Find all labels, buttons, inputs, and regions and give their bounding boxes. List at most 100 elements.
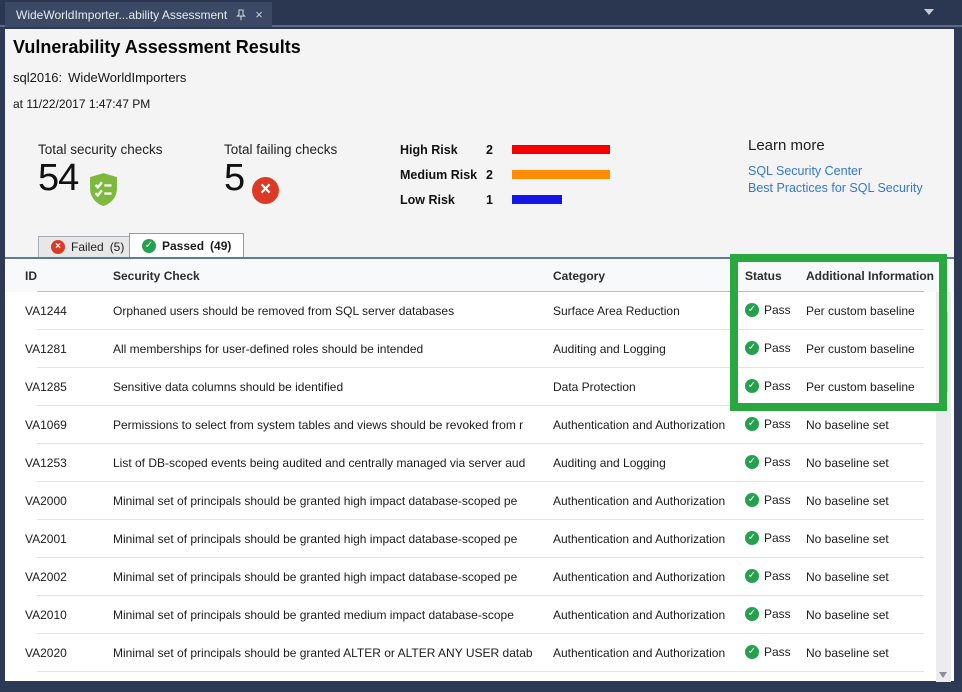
cell-status: ✓Pass <box>745 493 803 507</box>
scrollbar-thumb[interactable] <box>939 312 948 392</box>
row-separator <box>37 671 924 672</box>
tab-failed-count: (5) <box>110 240 125 254</box>
scroll-down-icon[interactable] <box>936 667 951 682</box>
column-header-id[interactable]: ID <box>25 269 37 283</box>
status-label: Pass <box>764 379 791 393</box>
column-header-status[interactable]: Status <box>745 269 782 283</box>
fail-circle-icon: × <box>252 177 279 204</box>
total-checks-label: Total security checks <box>38 142 163 157</box>
table-row[interactable]: VA1281All memberships for user-defined r… <box>5 330 954 368</box>
pin-icon[interactable] <box>236 9 246 21</box>
cell-id: VA1244 <box>25 304 105 318</box>
pass-icon: ✓ <box>745 531 759 545</box>
cell-security-check: List of DB-scoped events being audited a… <box>113 456 540 470</box>
tab-passed[interactable]: ✓ Passed (49) <box>129 233 244 257</box>
status-label: Pass <box>764 531 791 545</box>
cell-category: Auditing and Logging <box>553 342 738 356</box>
close-icon[interactable]: × <box>255 8 263 21</box>
status-label: Pass <box>764 645 791 659</box>
table-row[interactable]: VA2002 Minimal set of principals should b… <box>5 558 954 596</box>
cell-id: VA1281 <box>25 342 105 356</box>
results-table-body: VA1244 Orphaned users should be removed f… <box>5 292 954 681</box>
document-tab[interactable]: WideWorldImporter...ability Assessment × <box>5 2 272 27</box>
tab-failed[interactable]: × Failed (5) <box>38 236 137 257</box>
risk-label: Medium Risk <box>400 168 486 182</box>
table-row[interactable]: VA1069Permissions to select from system … <box>5 406 954 444</box>
vertical-scrollbar[interactable] <box>936 292 951 682</box>
risk-legend: High Risk2Medium Risk2Low Risk1 <box>400 137 610 212</box>
cell-additional-info: Per custom baseline <box>806 304 934 318</box>
pass-icon: ✓ <box>745 607 759 621</box>
link-sql-security-center[interactable]: SQL Security Center <box>748 164 923 178</box>
scan-timestamp: at 11/22/2017 1:47:47 PM <box>13 97 150 111</box>
risk-count: 1 <box>486 193 512 207</box>
cell-status: ✓ Pass <box>745 417 803 431</box>
cell-category: Authentication and Authorization <box>553 570 738 584</box>
cell-security-check: Orphaned users should be removed from SQ… <box>113 304 540 318</box>
cell-status: ✓ Pass <box>745 607 803 621</box>
cell-security-check: Minimal set of principals should be gran… <box>113 570 540 584</box>
scroll-up-icon[interactable] <box>936 292 951 307</box>
cell-id: VA1285 <box>25 380 105 394</box>
cell-category: Surface Area Reduction <box>553 304 738 318</box>
column-header-category[interactable]: Category <box>553 269 605 283</box>
tab-passed-label: Passed <box>162 239 204 253</box>
table-row[interactable]: VA1253 List of DB-scoped events being aud… <box>5 444 954 482</box>
table-row[interactable]: VA2000 Minimal set of principals should b… <box>5 482 954 520</box>
failing-checks-value: 5 <box>224 157 244 200</box>
cell-category: Authentication and Authorization <box>553 608 738 622</box>
risk-bar <box>512 170 610 179</box>
tab-failed-label: Failed <box>71 240 104 254</box>
status-label: Pass <box>764 493 791 507</box>
status-label: Pass <box>764 569 791 583</box>
column-header-info[interactable]: Additional Information <box>806 269 934 283</box>
table-row[interactable]: VA2010Minimal set of principals should b… <box>5 596 954 634</box>
cell-security-check: Permissions to select from system tables… <box>113 418 540 432</box>
pass-icon: ✓ <box>745 341 759 355</box>
table-row[interactable]: VA1244 Orphaned users should be removed f… <box>5 292 954 330</box>
cell-category: Data Protection <box>553 380 738 394</box>
pass-icon: ✓ <box>745 455 759 469</box>
pass-icon: ✓ <box>745 417 759 431</box>
failing-checks-label: Total failing checks <box>224 142 337 157</box>
risk-count: 2 <box>486 168 512 182</box>
cell-category: Authentication and Authorization <box>553 494 738 508</box>
cell-status: ✓Pass <box>745 379 803 393</box>
table-row[interactable]: VA2020Minimal set of principals should b… <box>5 634 954 672</box>
document-tab-title: WideWorldImporter...ability Assessment <box>16 8 227 22</box>
link-best-practices[interactable]: Best Practices for SQL Security <box>748 181 923 195</box>
cell-id: VA2002 <box>25 570 105 584</box>
cell-additional-info: Per custom baseline <box>806 342 934 356</box>
cell-additional-info: No baseline set <box>806 570 934 584</box>
table-row[interactable]: VA2001 Minimal set of principals should b… <box>5 520 954 558</box>
cell-security-check: Minimal set of principals should be gran… <box>113 532 540 546</box>
table-row[interactable]: VA1285 Sensitive data columns should be i… <box>5 368 954 406</box>
cell-id: VA2000 <box>25 494 105 508</box>
pass-icon: ✓ <box>142 239 156 253</box>
cell-additional-info: No baseline set <box>806 456 934 470</box>
chevron-down-icon[interactable] <box>924 9 934 15</box>
document-tab-strip: WideWorldImporter...ability Assessment × <box>0 0 962 27</box>
cell-category: Authentication and Authorization <box>553 418 738 432</box>
cell-additional-info: No baseline set <box>806 646 934 660</box>
total-checks-value: 54 <box>38 157 78 200</box>
cell-status: ✓Pass <box>745 341 803 355</box>
risk-label: High Risk <box>400 143 486 157</box>
fail-icon: × <box>51 240 65 254</box>
cell-security-check: Minimal set of principals should be gran… <box>113 494 540 508</box>
risk-count: 2 <box>486 143 512 157</box>
risk-legend-row: High Risk2 <box>400 137 610 162</box>
cell-additional-info: No baseline set <box>806 532 934 546</box>
status-label: Pass <box>764 455 791 469</box>
status-label: Pass <box>764 607 791 621</box>
column-header-check[interactable]: Security Check <box>113 269 200 283</box>
status-label: Pass <box>764 417 791 431</box>
cell-id: VA2001 <box>25 532 105 546</box>
status-label: Pass <box>764 303 791 317</box>
cell-id: VA1253 <box>25 456 105 470</box>
cell-additional-info: No baseline set <box>806 418 934 432</box>
pass-icon: ✓ <box>745 569 759 583</box>
content-panel: Vulnerability Assessment Results sql2016… <box>5 29 954 681</box>
page-title: Vulnerability Assessment Results <box>13 37 301 58</box>
cell-security-check: Sensitive data columns should be identif… <box>113 380 540 394</box>
